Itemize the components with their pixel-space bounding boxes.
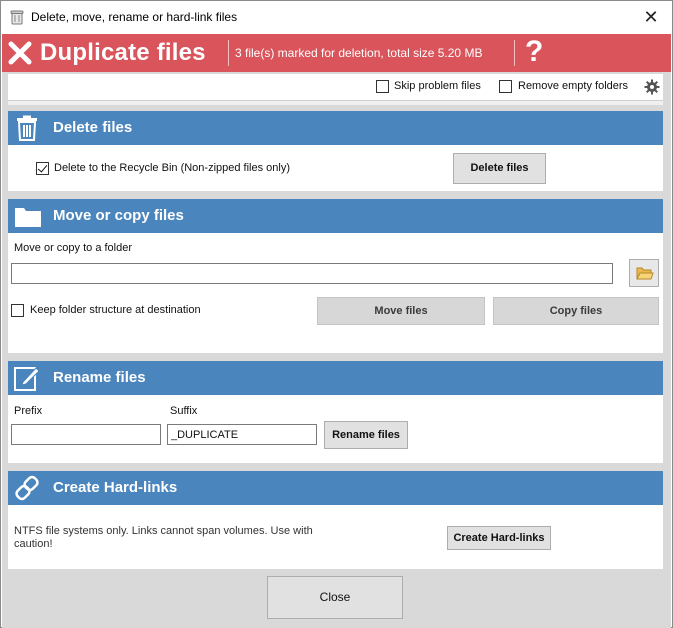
delete-files-title: Delete files xyxy=(53,119,133,136)
header-banner: Duplicate files 3 file(s) marked for del… xyxy=(2,34,671,72)
rename-files-header: Rename files xyxy=(8,361,663,395)
destination-folder-input[interactable] xyxy=(11,263,613,284)
remove-empty-folders-label[interactable]: Remove empty folders xyxy=(518,80,628,92)
suffix-input[interactable] xyxy=(167,424,317,445)
recycle-bin-icon xyxy=(9,9,25,25)
recycle-bin-label[interactable]: Delete to the Recycle Bin (Non-zipped fi… xyxy=(54,162,290,174)
gear-icon[interactable] xyxy=(644,79,660,95)
prefix-label: Prefix xyxy=(14,405,43,417)
open-folder-icon xyxy=(636,266,654,284)
close-button[interactable]: Close xyxy=(267,576,403,619)
help-icon[interactable]: ? xyxy=(525,35,543,69)
edit-icon xyxy=(14,365,40,391)
delete-files-section: Delete files Delete to the Recycle Bin (… xyxy=(8,111,663,191)
move-copy-title: Move or copy files xyxy=(53,207,184,224)
hard-links-note-line1: NTFS file systems only. Links cannot spa… xyxy=(14,525,313,537)
remove-empty-folders-checkbox[interactable] xyxy=(499,80,512,93)
banner-divider xyxy=(228,40,229,66)
rename-files-title: Rename files xyxy=(53,369,146,386)
folder-icon xyxy=(14,203,41,229)
options-bar: Skip problem files Remove empty folders xyxy=(8,74,663,100)
recycle-bin-checkbox[interactable] xyxy=(36,162,49,175)
link-icon xyxy=(14,475,40,501)
move-copy-section: Move or copy files Move or copy to a fol… xyxy=(8,199,663,353)
move-files-button[interactable]: Move files xyxy=(317,297,485,325)
title-bar: Delete, move, rename or hard-link files … xyxy=(1,1,672,33)
suffix-label: Suffix xyxy=(170,405,198,417)
hard-links-title: Create Hard-links xyxy=(53,479,178,496)
hard-links-note-line2: caution! xyxy=(14,538,53,550)
trash-icon xyxy=(14,115,40,141)
keep-structure-checkbox[interactable] xyxy=(11,304,24,317)
x-icon xyxy=(6,39,34,67)
create-hard-links-button[interactable]: Create Hard-links xyxy=(447,526,551,550)
hard-links-section: Create Hard-links NTFS file systems only… xyxy=(8,471,663,569)
options-divider xyxy=(8,100,663,105)
move-folder-label: Move or copy to a folder xyxy=(14,242,133,254)
delete-files-header: Delete files xyxy=(8,111,663,145)
move-copy-header: Move or copy files xyxy=(8,199,663,233)
delete-files-button[interactable]: Delete files xyxy=(453,153,546,184)
rename-files-section: Rename files Prefix Suffix Rename files xyxy=(8,361,663,463)
window-close-icon[interactable]: ✕ xyxy=(638,5,664,29)
dialog-window: Delete, move, rename or hard-link files … xyxy=(0,0,673,628)
keep-structure-label[interactable]: Keep folder structure at destination xyxy=(30,304,201,316)
window-title: Delete, move, rename or hard-link files xyxy=(31,10,238,24)
copy-files-button[interactable]: Copy files xyxy=(493,297,659,325)
prefix-input[interactable] xyxy=(11,424,161,445)
banner-divider xyxy=(514,40,515,66)
skip-problem-files-label[interactable]: Skip problem files xyxy=(394,80,481,92)
skip-problem-files-checkbox[interactable] xyxy=(376,80,389,93)
deletion-status-text: 3 file(s) marked for deletion, total siz… xyxy=(235,46,483,60)
rename-files-button[interactable]: Rename files xyxy=(324,421,408,449)
browse-folder-button[interactable] xyxy=(629,259,659,287)
banner-title: Duplicate files xyxy=(40,39,206,66)
hard-links-header: Create Hard-links xyxy=(8,471,663,505)
